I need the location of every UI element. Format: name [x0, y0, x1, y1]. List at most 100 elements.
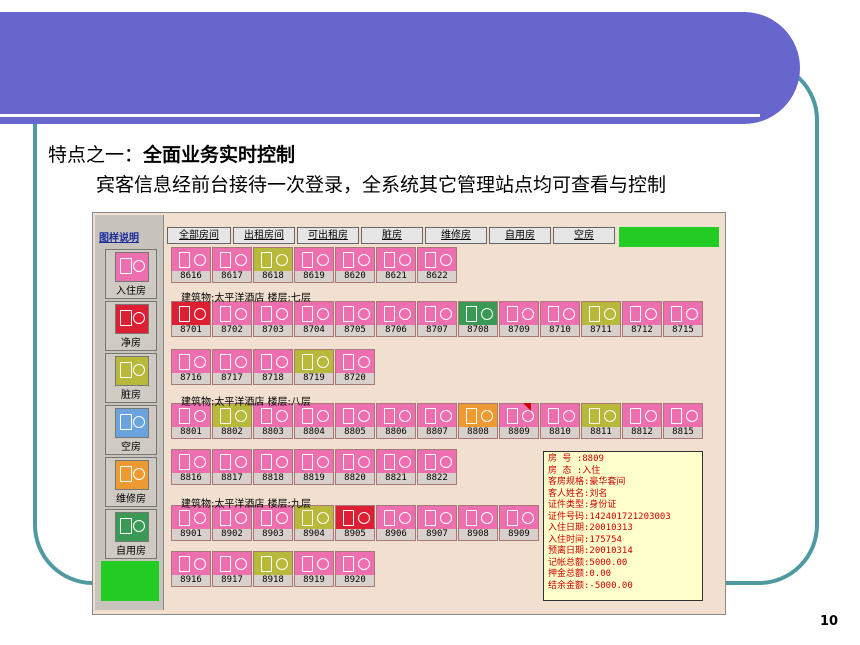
room-tile[interactable]: 8622: [417, 247, 457, 283]
room-number: 8716: [172, 373, 210, 384]
room-tile[interactable]: 8716: [171, 349, 211, 385]
room-tile[interactable]: 8711: [581, 301, 621, 337]
legend-item[interactable]: 脏房: [105, 353, 157, 403]
room-number: 8711: [582, 325, 620, 336]
room-tile[interactable]: 8710: [540, 301, 580, 337]
room-tile[interactable]: 8818: [253, 449, 293, 485]
tab-filter[interactable]: 维修房: [425, 227, 487, 244]
room-tile[interactable]: 8810: [540, 403, 580, 439]
person-icon: [133, 260, 145, 272]
room-number: 8909: [500, 529, 538, 540]
room-icon: [297, 352, 333, 373]
legend-item[interactable]: 入住房: [105, 249, 157, 299]
tab-filter[interactable]: 空房: [553, 227, 615, 244]
room-tile[interactable]: 8805: [335, 403, 375, 439]
room-tile[interactable]: 8920: [335, 551, 375, 587]
room-tile[interactable]: 8808: [458, 403, 498, 439]
room-tile[interactable]: 8907: [417, 505, 457, 541]
room-tile[interactable]: 8703: [253, 301, 293, 337]
room-tile[interactable]: 8916: [171, 551, 211, 587]
room-tile[interactable]: 8619: [294, 247, 334, 283]
room-tile[interactable]: 8804: [294, 403, 334, 439]
room-tile[interactable]: 8802: [212, 403, 252, 439]
room-tile[interactable]: 8616: [171, 247, 211, 283]
house-icon: [343, 252, 354, 268]
room-tile[interactable]: 8717: [212, 349, 252, 385]
house-icon: [384, 252, 395, 268]
room-icon: [461, 508, 497, 529]
room-tile[interactable]: 8905: [335, 505, 375, 541]
tab-filter[interactable]: 可出租房: [297, 227, 359, 244]
room-number: 8621: [377, 271, 415, 282]
floor-label-9: 建筑物:太平洋酒店 楼层:九层: [181, 499, 311, 510]
room-tile[interactable]: 8801: [171, 403, 211, 439]
title-banner: [0, 12, 800, 124]
room-tile[interactable]: 8903: [253, 505, 293, 541]
legend-item[interactable]: 净房: [105, 301, 157, 351]
room-tile[interactable]: 8707: [417, 301, 457, 337]
room-tile[interactable]: 8720: [335, 349, 375, 385]
person-icon: [440, 308, 452, 320]
house-icon: [120, 466, 132, 482]
room-tile[interactable]: 8902: [212, 505, 252, 541]
room-tile[interactable]: 8822: [417, 449, 457, 485]
person-icon: [194, 356, 206, 368]
legend-item[interactable]: 自用房: [105, 509, 157, 559]
room-tile[interactable]: 8918: [253, 551, 293, 587]
room-tile[interactable]: 8819: [294, 449, 334, 485]
room-tile[interactable]: 8821: [376, 449, 416, 485]
house-icon: [302, 556, 313, 572]
room-tile[interactable]: 8812: [622, 403, 662, 439]
room-tile[interactable]: 8917: [212, 551, 252, 587]
room-tile[interactable]: 8718: [253, 349, 293, 385]
room-tile[interactable]: 8701: [171, 301, 211, 337]
house-icon: [466, 306, 477, 322]
room-tile[interactable]: 8708: [458, 301, 498, 337]
room-tile[interactable]: 8806: [376, 403, 416, 439]
room-tile[interactable]: 8904: [294, 505, 334, 541]
house-icon: [220, 510, 231, 526]
tab-filter[interactable]: 自用房: [489, 227, 551, 244]
room-number: 8708: [459, 325, 497, 336]
room-tile[interactable]: 8621: [376, 247, 416, 283]
room-tile[interactable]: 8909: [499, 505, 539, 541]
room-number: 8710: [541, 325, 579, 336]
room-tile[interactable]: 8704: [294, 301, 334, 337]
heading-bold: 全面业务实时控制: [143, 144, 296, 166]
room-tile[interactable]: 8816: [171, 449, 211, 485]
legend-item-label: 脏房: [121, 390, 141, 401]
room-tile[interactable]: 8901: [171, 505, 211, 541]
room-tile[interactable]: 8706: [376, 301, 416, 337]
room-tile[interactable]: 8919: [294, 551, 334, 587]
room-tile[interactable]: 8906: [376, 505, 416, 541]
room-tile[interactable]: 8908: [458, 505, 498, 541]
room-tile[interactable]: 8803: [253, 403, 293, 439]
house-icon: [630, 408, 641, 424]
house-icon: [507, 306, 518, 322]
room-tile[interactable]: 8702: [212, 301, 252, 337]
person-icon: [440, 410, 452, 422]
person-icon: [276, 410, 288, 422]
room-tile[interactable]: 8620: [335, 247, 375, 283]
room-tile[interactable]: 8719: [294, 349, 334, 385]
legend-item[interactable]: 维修房: [105, 457, 157, 507]
tab-filter[interactable]: 全部房间: [167, 227, 231, 244]
room-tile[interactable]: 8617: [212, 247, 252, 283]
room-tile[interactable]: 8815: [663, 403, 703, 439]
room-tile[interactable]: 8709: [499, 301, 539, 337]
tab-filter[interactable]: 脏房: [361, 227, 423, 244]
room-tile[interactable]: 8807: [417, 403, 457, 439]
room-tile[interactable]: 8715: [663, 301, 703, 337]
room-tile[interactable]: 8820: [335, 449, 375, 485]
room-tile[interactable]: 8809: [499, 403, 539, 439]
room-tile[interactable]: 8811: [581, 403, 621, 439]
legend-item[interactable]: 空房: [105, 405, 157, 455]
room-tile[interactable]: 8817: [212, 449, 252, 485]
room-number: 8811: [582, 427, 620, 438]
person-icon: [522, 410, 534, 422]
room-tile[interactable]: 8618: [253, 247, 293, 283]
person-icon: [358, 410, 370, 422]
tab-filter[interactable]: 出租房间: [233, 227, 295, 244]
room-tile[interactable]: 8705: [335, 301, 375, 337]
room-tile[interactable]: 8712: [622, 301, 662, 337]
